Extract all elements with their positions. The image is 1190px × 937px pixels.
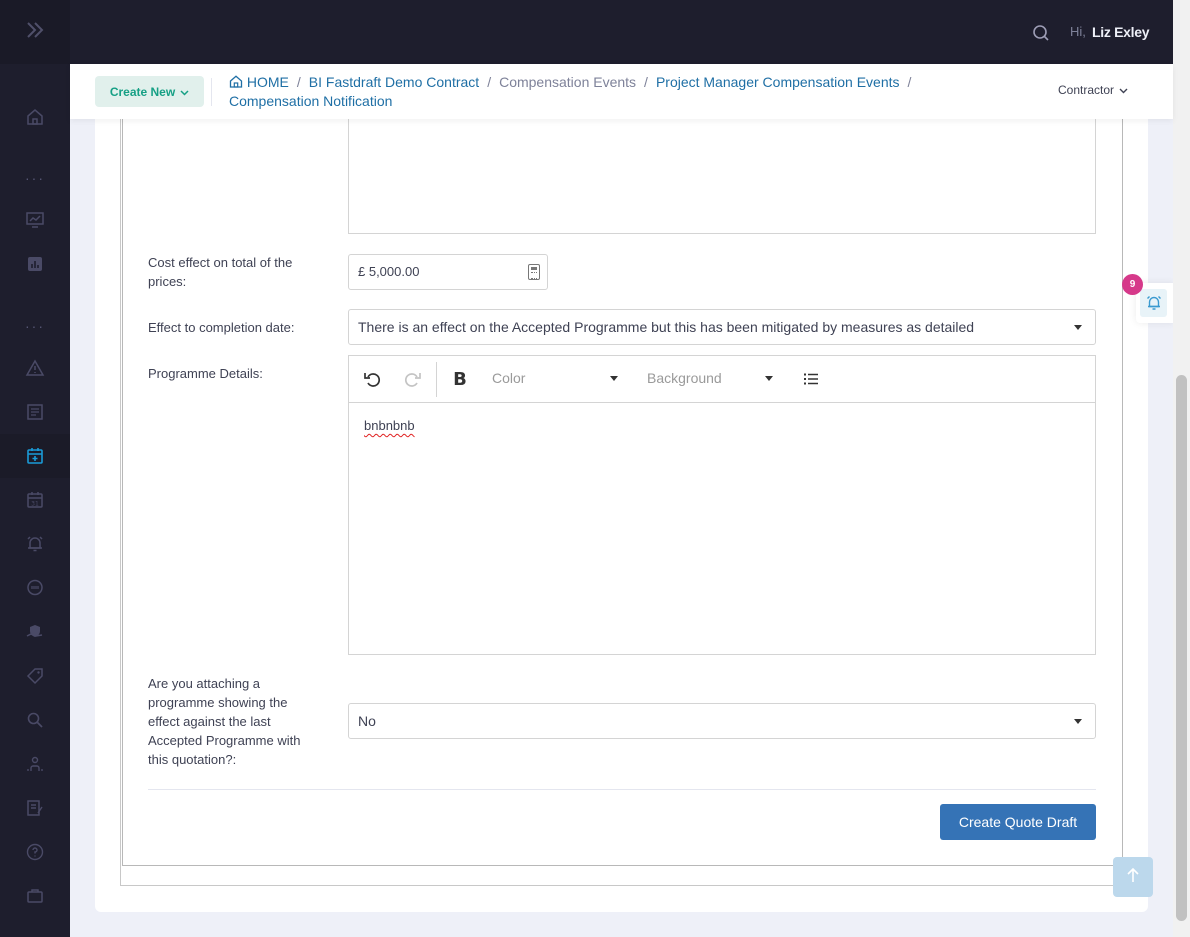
chevron-down-icon <box>1119 83 1128 97</box>
toolbar-divider <box>436 362 437 397</box>
quote-bubble-icon[interactable] <box>0 566 70 610</box>
undo-icon[interactable] <box>362 368 382 390</box>
scrollbar-thumb[interactable] <box>1176 375 1187 921</box>
home-icon[interactable] <box>229 74 243 90</box>
hand-shield-icon[interactable] <box>0 610 70 654</box>
caret-down-icon <box>1074 719 1082 724</box>
form-divider <box>148 789 1096 790</box>
caret-down-icon <box>765 376 773 381</box>
arrow-up-icon <box>1126 867 1140 888</box>
subheader: Create New HOME / BI Fastdraft Demo Contra… <box>70 64 1173 119</box>
completion-date-label: Effect to completion date: <box>148 320 295 335</box>
breadcrumb-compensation-notification[interactable]: Compensation Notification <box>229 93 392 109</box>
users-hierarchy-icon[interactable] <box>0 742 70 786</box>
page-scrollbar[interactable] <box>1173 0 1190 937</box>
bar-chart-icon[interactable] <box>0 242 70 286</box>
breadcrumb-home[interactable]: HOME <box>247 74 289 90</box>
home-icon[interactable] <box>0 95 70 139</box>
scroll-to-top-button[interactable] <box>1113 857 1153 897</box>
breadcrumb-separator: / <box>644 74 648 90</box>
bold-icon[interactable]: B <box>452 368 468 390</box>
svg-text:31: 31 <box>31 501 39 508</box>
warning-icon[interactable] <box>0 346 70 390</box>
completion-date-select[interactable]: There is an effect on the Accepted Progr… <box>348 309 1096 345</box>
programme-details-label: Programme Details: <box>148 366 263 381</box>
chevron-down-icon <box>180 85 189 99</box>
create-new-label: Create New <box>109 84 176 99</box>
sidebar-brand <box>0 0 70 64</box>
breadcrumb-pm-compensation-events[interactable]: Project Manager Compensation Events <box>656 74 900 90</box>
breadcrumb: HOME / BI Fastdraft Demo Contract / Compensa… <box>229 73 969 111</box>
chevrons-right-icon[interactable] <box>25 21 45 44</box>
divider <box>211 78 212 106</box>
alarm-bell-icon[interactable] <box>0 522 70 566</box>
caret-down-icon <box>610 376 618 381</box>
monitor-chart-icon[interactable] <box>0 198 70 242</box>
create-quote-draft-button[interactable]: Create Quote Draft <box>940 804 1096 840</box>
editor-content[interactable]: bnbnbnb <box>364 418 415 433</box>
breadcrumb-separator: / <box>296 74 301 90</box>
editor-toolbar: B Color Background <box>349 356 1095 403</box>
breadcrumb-separator: / <box>907 74 912 90</box>
cost-effect-input[interactable]: £ 5,000.00 <box>348 254 548 290</box>
breadcrumb-separator: / <box>487 74 492 90</box>
tag-icon[interactable] <box>0 654 70 698</box>
attaching-programme-select[interactable]: No <box>348 703 1096 739</box>
redo-icon[interactable] <box>403 368 423 390</box>
calendar-31-icon[interactable]: 31 <box>0 478 70 522</box>
background-dropdown[interactable]: Background <box>647 370 775 386</box>
search-icon[interactable] <box>1032 24 1050 47</box>
cost-effect-label: Cost effect on total of the prices: <box>148 255 293 289</box>
notification-count-badge: 9 <box>1122 274 1143 295</box>
attaching-programme-label: Are you attaching a programme showing th… <box>148 676 301 767</box>
bullet-list-icon[interactable] <box>803 368 819 390</box>
role-label: Contractor <box>1058 83 1115 97</box>
programme-details-editor: B Color Background bnbnbnb <box>348 355 1096 655</box>
document-edit-icon[interactable] <box>0 786 70 830</box>
caret-down-icon <box>1074 325 1082 330</box>
greeting-text: Hi, <box>1070 24 1086 39</box>
sidebar-section-dots: ··· <box>25 318 45 334</box>
role-selector[interactable]: Contractor <box>1058 83 1128 97</box>
document-list-icon[interactable] <box>0 390 70 434</box>
previous-textarea[interactable] <box>348 119 1096 234</box>
sidebar-section-dots: ··· <box>25 170 45 186</box>
background-placeholder: Background <box>647 370 722 386</box>
create-new-button[interactable]: Create New <box>95 76 204 107</box>
user-name[interactable]: Liz Exley <box>1092 24 1150 40</box>
top-header: Hi, Liz Exley <box>70 0 1173 64</box>
completion-date-value: There is an effect on the Accepted Progr… <box>358 319 975 335</box>
breadcrumb-contract[interactable]: BI Fastdraft Demo Contract <box>309 74 479 90</box>
briefcase-icon[interactable] <box>0 874 70 918</box>
sidebar: ··· ··· 31 <box>0 0 70 937</box>
breadcrumb-compensation-events: Compensation Events <box>499 74 637 90</box>
cost-effect-value: £ 5,000.00 <box>358 264 420 279</box>
color-placeholder: Color <box>492 370 526 386</box>
color-dropdown[interactable]: Color <box>492 370 620 386</box>
search-icon[interactable] <box>0 698 70 742</box>
alarm-bell-icon[interactable] <box>1140 289 1167 317</box>
attaching-programme-value: No <box>358 713 376 729</box>
form-card: Cost effect on total of the prices: £ 5,… <box>95 117 1148 912</box>
calendar-plus-icon[interactable] <box>0 434 70 478</box>
help-icon[interactable] <box>0 830 70 874</box>
calculator-icon[interactable] <box>528 264 540 280</box>
